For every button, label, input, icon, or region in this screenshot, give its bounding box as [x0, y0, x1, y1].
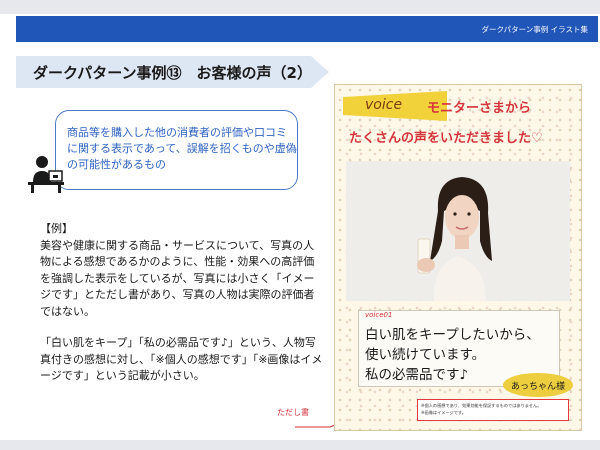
- definition-text: 商品等を購入した他の消費者の評価や口コミに関する表示であって、誤解を招くものや虚…: [67, 126, 297, 171]
- top-strip: [0, 0, 600, 14]
- example-paragraph-2: 「白い肌をキープ」「私の必需品です♪」という、人物写真付きの感想に対し、「※個人…: [40, 336, 323, 382]
- example-paragraph-1: 美容や健康に関する商品・サービスについて、写真の人物による感想であるかのように、…: [40, 238, 315, 318]
- poster-headline-2: たくさんの声をいただきました♡: [349, 131, 543, 146]
- disclaimer-line: ※個人の感想であり、効果効能を保証するものではありません。: [421, 403, 542, 408]
- model-photo: [346, 161, 570, 301]
- disclaimer-box: ※個人の感想であり、効果効能を保証するものではありません。 ※画像はイメージです…: [417, 399, 569, 421]
- person-at-desk-icon: [28, 156, 64, 193]
- testimonial-text: 白い肌をキープしたいから、 使い続けています。 私の必需品です♪: [365, 325, 565, 385]
- bottom-strip: [0, 440, 600, 450]
- header-text: ダークパターン事例 イラスト集: [481, 24, 588, 34]
- header-bar: ダークパターン事例 イラスト集: [16, 16, 598, 42]
- tadashi-label: ただし書: [277, 408, 309, 417]
- section-title: ダークパターン事例⑬ お客様の声（2）: [33, 64, 312, 82]
- testimonial-line: 白い肌をキープしたいから、: [365, 327, 540, 343]
- example-heading: 【例】: [40, 222, 73, 235]
- poster-headline-1: モニターさまから: [427, 101, 532, 116]
- example-block: 【例】 美容や健康に関する商品・サービスについて、写真の人物による感想であるかの…: [40, 221, 325, 385]
- ad-poster: voice モニターさまから たくさんの声をいただきました♡ voice01 あ…: [334, 84, 582, 431]
- voice-number-label: voice01: [365, 311, 393, 319]
- woman-portrait-illustration: [346, 161, 570, 301]
- disclaimer-line: ※画像はイメージです。: [421, 410, 466, 415]
- testimonial-line: 私の必需品です♪: [365, 367, 469, 383]
- testimonial-line: 使い続けています。: [365, 347, 486, 363]
- voice-word: voice: [365, 97, 403, 113]
